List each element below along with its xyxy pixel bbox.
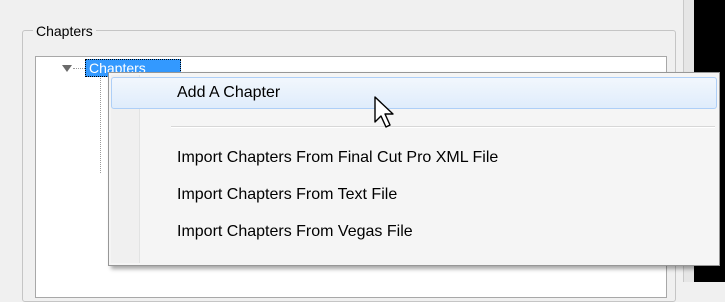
triangle-down-icon[interactable] xyxy=(62,65,72,72)
menu-item-import-text-file[interactable]: Import Chapters From Text File xyxy=(111,179,717,211)
tree-connector xyxy=(73,68,85,69)
menu-item-import-fcp-xml[interactable]: Import Chapters From Final Cut Pro XML F… xyxy=(111,142,717,174)
menu-separator xyxy=(171,126,715,128)
tree-connector xyxy=(100,78,101,173)
context-menu: Add A Chapter Import Chapters From Final… xyxy=(108,72,720,266)
menu-item-add-chapter[interactable]: Add A Chapter xyxy=(111,77,717,109)
menu-item-import-vegas-file[interactable]: Import Chapters From Vegas File xyxy=(111,216,717,248)
groupbox-title: Chapters xyxy=(33,22,96,40)
mouse-pointer-icon xyxy=(374,96,394,128)
